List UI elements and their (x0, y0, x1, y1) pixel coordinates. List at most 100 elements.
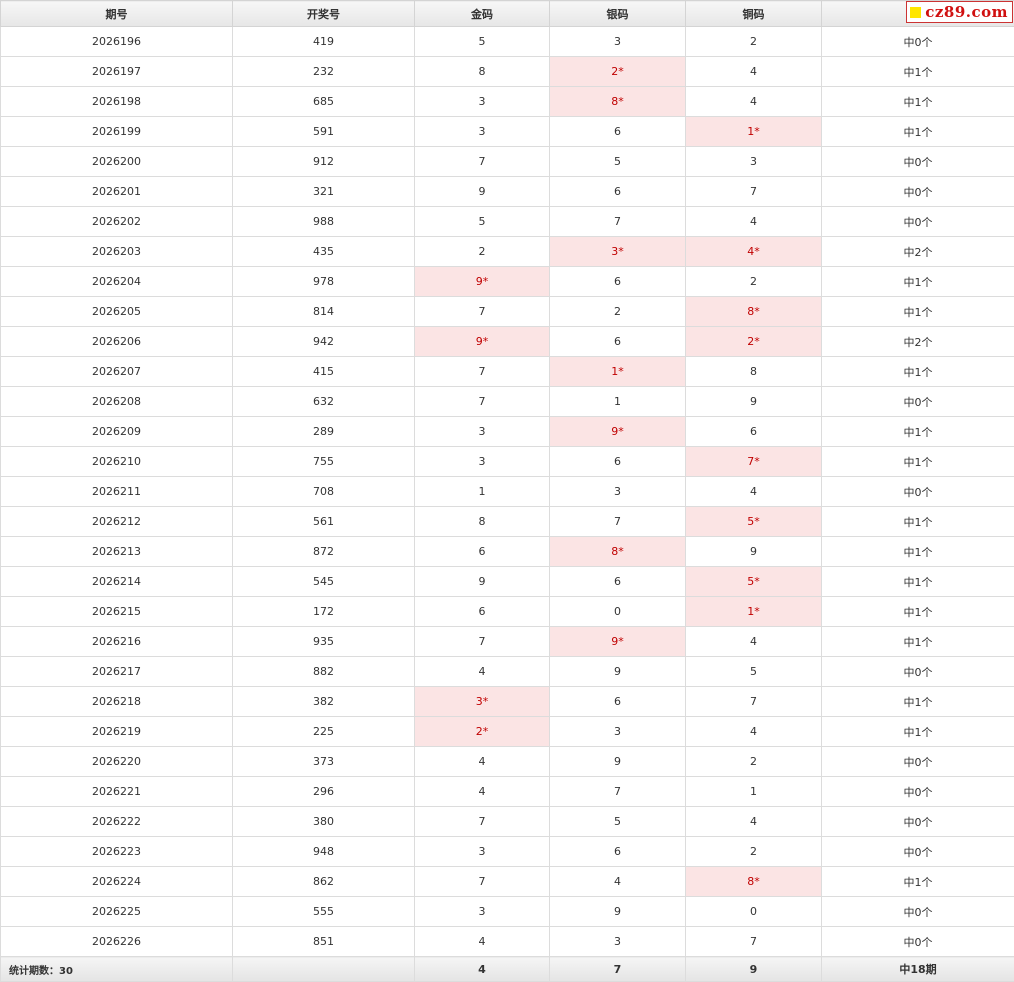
cell-gold: 3 (415, 447, 550, 477)
header-bronze[interactable]: 铜码 (686, 1, 822, 27)
cell-silver: 8* (550, 87, 686, 117)
cell-silver: 5 (550, 147, 686, 177)
cell-silver: 5 (550, 807, 686, 837)
watermark-square-icon (910, 7, 921, 18)
cell-result: 中2个 (822, 237, 1014, 267)
table-row: 2026226851437中0个 (1, 927, 1014, 957)
summary-bronze: 9 (686, 957, 822, 982)
cell-bronze: 4 (686, 627, 822, 657)
cell-result: 中1个 (822, 87, 1014, 117)
cell-result: 中0个 (822, 207, 1014, 237)
header-number[interactable]: 开奖号 (233, 1, 415, 27)
table-row: 2026196419532中0个 (1, 27, 1014, 57)
cell-number: 948 (233, 837, 415, 867)
table-header-row: 期号 开奖号 金码 银码 铜码 中奖 (1, 1, 1014, 27)
cell-period: 2026210 (1, 447, 233, 477)
table-row: 20262049789*62中1个 (1, 267, 1014, 297)
cell-result: 中1个 (822, 627, 1014, 657)
cell-gold: 2 (415, 237, 550, 267)
cell-result: 中1个 (822, 117, 1014, 147)
cell-number: 225 (233, 717, 415, 747)
cell-silver: 6 (550, 177, 686, 207)
cell-silver: 6 (550, 447, 686, 477)
cell-number: 872 (233, 537, 415, 567)
cell-bronze: 1* (686, 597, 822, 627)
header-gold[interactable]: 金码 (415, 1, 550, 27)
cell-result: 中1个 (822, 597, 1014, 627)
cell-period: 2026209 (1, 417, 233, 447)
table-row: 202620741571*8中1个 (1, 357, 1014, 387)
cell-period: 2026226 (1, 927, 233, 957)
cell-number: 296 (233, 777, 415, 807)
cell-number: 882 (233, 657, 415, 687)
cell-period: 2026214 (1, 567, 233, 597)
cell-silver: 7 (550, 507, 686, 537)
cell-result: 中0个 (822, 147, 1014, 177)
cell-bronze: 0 (686, 897, 822, 927)
table-row: 2026220373492中0个 (1, 747, 1014, 777)
table-row: 202619723282*4中1个 (1, 57, 1014, 87)
cell-period: 2026221 (1, 777, 233, 807)
cell-number: 935 (233, 627, 415, 657)
cell-result: 中1个 (822, 717, 1014, 747)
cell-silver: 6 (550, 327, 686, 357)
cell-result: 中0个 (822, 777, 1014, 807)
table-row: 2026199591361*中1个 (1, 117, 1014, 147)
cell-number: 591 (233, 117, 415, 147)
cell-period: 2026196 (1, 27, 233, 57)
cell-gold: 9* (415, 267, 550, 297)
cell-gold: 8 (415, 57, 550, 87)
summary-silver: 7 (550, 957, 686, 982)
table-row: 20262192252*34中1个 (1, 717, 1014, 747)
cell-number: 382 (233, 687, 415, 717)
cell-result: 中0个 (822, 27, 1014, 57)
cell-gold: 5 (415, 207, 550, 237)
cell-silver: 7 (550, 207, 686, 237)
table-row: 2026215172601*中1个 (1, 597, 1014, 627)
cell-period: 2026213 (1, 537, 233, 567)
cell-gold: 7 (415, 867, 550, 897)
table-row: 2026210755367*中1个 (1, 447, 1014, 477)
cell-bronze: 3 (686, 147, 822, 177)
header-silver[interactable]: 银码 (550, 1, 686, 27)
cell-number: 435 (233, 237, 415, 267)
cell-period: 2026225 (1, 897, 233, 927)
cell-silver: 9* (550, 627, 686, 657)
cell-gold: 9 (415, 567, 550, 597)
cell-gold: 4 (415, 927, 550, 957)
cell-period: 2026197 (1, 57, 233, 87)
cell-silver: 4 (550, 867, 686, 897)
summary-number (233, 957, 415, 982)
cell-silver: 6 (550, 687, 686, 717)
cell-bronze: 4 (686, 87, 822, 117)
cell-bronze: 2* (686, 327, 822, 357)
cell-bronze: 2 (686, 747, 822, 777)
cell-number: 755 (233, 447, 415, 477)
cell-silver: 6 (550, 567, 686, 597)
cell-result: 中0个 (822, 657, 1014, 687)
summary-label: 统计期数：30 (1, 957, 233, 982)
table-row: 2026223948362中0个 (1, 837, 1014, 867)
table-row: 20262183823*67中1个 (1, 687, 1014, 717)
cell-period: 2026219 (1, 717, 233, 747)
header-period[interactable]: 期号 (1, 1, 233, 27)
cell-result: 中1个 (822, 867, 1014, 897)
cell-bronze: 4 (686, 717, 822, 747)
table-row: 20262069429*62*中2个 (1, 327, 1014, 357)
cell-period: 2026207 (1, 357, 233, 387)
cell-silver: 8* (550, 537, 686, 567)
summary-row: 统计期数：30 4 7 9 中18期 (1, 957, 1014, 982)
table-row: 202621387268*9中1个 (1, 537, 1014, 567)
cell-gold: 9 (415, 177, 550, 207)
cell-period: 2026211 (1, 477, 233, 507)
cell-number: 545 (233, 567, 415, 597)
cell-bronze: 2 (686, 267, 822, 297)
cell-silver: 9* (550, 417, 686, 447)
cell-period: 2026201 (1, 177, 233, 207)
cell-number: 289 (233, 417, 415, 447)
table-row: 202619868538*4中1个 (1, 87, 1014, 117)
cell-gold: 6 (415, 537, 550, 567)
cell-silver: 0 (550, 597, 686, 627)
cell-number: 555 (233, 897, 415, 927)
table-row: 202620928939*6中1个 (1, 417, 1014, 447)
